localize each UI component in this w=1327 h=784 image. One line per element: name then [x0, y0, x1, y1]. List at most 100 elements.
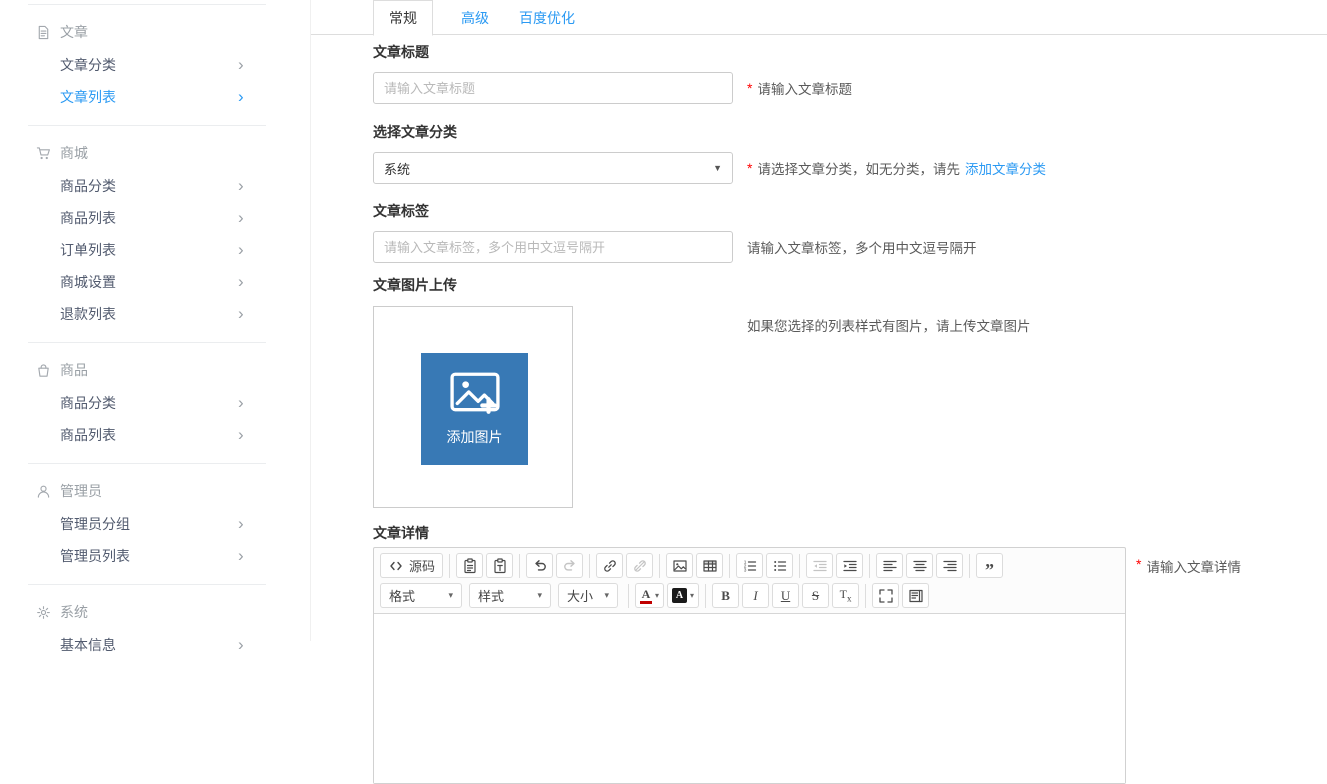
indent-button[interactable] — [836, 553, 863, 578]
size-dropdown[interactable]: 大小 ▾ — [558, 583, 618, 608]
svg-text:3: 3 — [743, 567, 746, 573]
paste-text-icon — [492, 558, 508, 574]
format-dropdown[interactable]: 格式▾ — [380, 583, 462, 608]
sidebar-item[interactable]: 管理员分组› — [0, 508, 310, 540]
source-icon — [388, 558, 404, 574]
divider — [28, 584, 266, 585]
editor-toolbar-row2: 格式▾样式▾大小▾A▾A▾BIUSTx — [380, 583, 1119, 608]
chevron-down-icon: ▾ — [690, 591, 694, 600]
sidebar-section-label: 系统 — [60, 602, 88, 622]
toolbar-separator — [799, 554, 800, 578]
article-title-input[interactable] — [373, 72, 733, 104]
tab-seo[interactable]: 百度优化 — [517, 0, 577, 35]
show-blocks-button[interactable] — [902, 583, 929, 608]
chevron-right-icon: › — [238, 636, 244, 653]
sidebar-item[interactable]: 退款列表› — [0, 298, 310, 330]
ordered-list-button[interactable]: 123 — [736, 553, 763, 578]
cart-icon — [36, 146, 51, 161]
tabbar: 常规高级百度优化 — [311, 0, 1327, 35]
sidebar-section: 商城商品分类›商品列表›订单列表›商城设置›退款列表› — [0, 125, 310, 342]
chevron-down-icon: ▾ — [537, 590, 542, 601]
add-image-icon — [450, 371, 500, 418]
article-category-label: 选择文章分类 — [373, 124, 457, 140]
link-button[interactable] — [596, 553, 623, 578]
sidebar-item-label: 订单列表 — [60, 240, 116, 260]
align-left-button[interactable] — [876, 553, 903, 578]
sidebar-section-header[interactable]: 管理员 — [0, 474, 310, 508]
sidebar-section-header[interactable]: 商城 — [0, 136, 310, 170]
maximize-icon — [878, 588, 894, 604]
text-color-button[interactable]: A▾ — [635, 583, 664, 608]
toolbar-separator — [969, 554, 970, 578]
maximize-button[interactable] — [872, 583, 899, 608]
source-button[interactable]: 源码 — [380, 553, 443, 578]
redo-button — [556, 553, 583, 578]
sidebar-item[interactable]: 商城设置› — [0, 266, 310, 298]
indent-icon — [842, 558, 858, 574]
italic-button[interactable]: I — [742, 583, 769, 608]
align-right-icon — [942, 558, 958, 574]
add-category-link[interactable]: 添加文章分类 — [965, 158, 1046, 178]
paste-button[interactable] — [456, 553, 483, 578]
sidebar-sections: 文章文章分类›文章列表›商城商品分类›商品列表›订单列表›商城设置›退款列表›商… — [0, 0, 310, 673]
underline-button[interactable]: U — [772, 583, 799, 608]
tab-general[interactable]: 常规 — [373, 0, 433, 36]
format-label: 格式 — [389, 586, 415, 605]
hint-text: 请输入文章标题 — [757, 78, 852, 98]
article-tags-label: 文章标签 — [373, 203, 429, 219]
sidebar-item[interactable]: 文章列表› — [0, 81, 310, 113]
article-image-label: 文章图片上传 — [373, 277, 457, 293]
paste-icon — [462, 558, 478, 574]
article-category-hint: * 请选择文章分类，如无分类，请先 添加文章分类 — [747, 152, 1046, 184]
tab-advanced[interactable]: 高级 — [459, 0, 491, 35]
sidebar-section: 文章文章分类›文章列表› — [0, 4, 310, 125]
sidebar-item[interactable]: 商品列表› — [0, 419, 310, 451]
sidebar-item[interactable]: 商品列表› — [0, 202, 310, 234]
chevron-right-icon: › — [238, 88, 244, 105]
hint-text: 请输入文章标签，多个用中文逗号隔开 — [747, 237, 977, 257]
chevron-down-icon: ▾ — [604, 590, 609, 601]
style-dropdown[interactable]: 样式▾ — [469, 583, 551, 608]
article-image-hint: 如果您选择的列表样式有图片，请上传文章图片 — [747, 315, 1031, 335]
sidebar-section-label: 商品 — [60, 360, 88, 380]
size-label: 大小 — [567, 586, 593, 605]
undo-button[interactable] — [526, 553, 553, 578]
article-tags-input[interactable] — [373, 231, 733, 263]
chevron-right-icon: › — [238, 394, 244, 411]
hint-text: 请输入文章详情 — [1146, 556, 1241, 576]
sidebar-item-label: 商品分类 — [60, 393, 116, 413]
remove-format-button[interactable]: Tx — [832, 583, 859, 608]
add-image-button[interactable]: 添加图片 — [421, 353, 528, 465]
image-upload-dropzone[interactable]: 添加图片 — [373, 306, 573, 508]
bg-color-button[interactable]: A▾ — [667, 583, 699, 608]
strike-button[interactable]: S — [802, 583, 829, 608]
sidebar-item[interactable]: 商品分类 › — [0, 387, 310, 419]
table-button[interactable] — [696, 553, 723, 578]
underline-icon: U — [781, 588, 790, 604]
paste-text-button[interactable] — [486, 553, 513, 578]
editor-content-area[interactable] — [374, 613, 1125, 783]
sidebar-item-label: 商品分类 — [60, 176, 116, 196]
sidebar-item[interactable]: 基本信息› — [0, 629, 310, 661]
select-arrow-icon: ▼ — [713, 163, 722, 173]
align-right-button[interactable] — [936, 553, 963, 578]
sidebar-item[interactable]: 管理员列表› — [0, 540, 310, 572]
bold-button[interactable]: B — [712, 583, 739, 608]
align-center-button[interactable] — [906, 553, 933, 578]
sidebar-section-label: 商城 — [60, 143, 88, 163]
sidebar: 文章文章分类›文章列表›商城商品分类›商品列表›订单列表›商城设置›退款列表›商… — [0, 0, 310, 641]
sidebar-section-header[interactable]: 系统 — [0, 595, 310, 629]
sidebar-section-header[interactable]: 文章 — [0, 15, 310, 49]
hint-text: 请选择文章分类，如无分类，请先 — [757, 158, 960, 178]
image-button[interactable] — [666, 553, 693, 578]
bullet-list-button[interactable] — [766, 553, 793, 578]
required-asterisk: * — [747, 160, 752, 176]
sidebar-section-header[interactable]: 商品 — [0, 353, 310, 387]
blockquote-button[interactable]: ” — [976, 553, 1003, 578]
sidebar-item[interactable]: 文章分类› — [0, 49, 310, 81]
sidebar-item[interactable]: 订单列表› — [0, 234, 310, 266]
sidebar-section-label: 管理员 — [60, 481, 102, 501]
sidebar-item[interactable]: 商品分类› — [0, 170, 310, 202]
divider — [28, 125, 266, 126]
article-category-select[interactable]: 系统 ▼ — [373, 152, 733, 184]
